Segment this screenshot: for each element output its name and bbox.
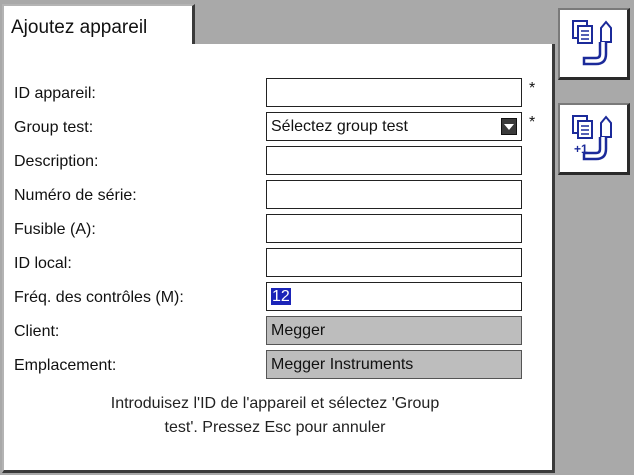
tab-ajoutez-appareil[interactable]: Ajoutez appareil <box>2 4 195 44</box>
label-emplacement: Emplacement: <box>14 357 117 374</box>
chevron-down-icon[interactable] <box>501 118 517 135</box>
id-local-input[interactable] <box>266 248 522 277</box>
row-frequence-controles: Fréq. des contrôles (M): 12 <box>14 282 544 312</box>
plus-one-label: +1 <box>574 142 588 156</box>
label-client: Client: <box>14 323 60 340</box>
row-id-local: ID local: <box>14 248 544 278</box>
group-test-select[interactable]: Sélectez group test <box>266 112 522 141</box>
label-group-test: Group test: <box>14 119 94 136</box>
document-pen-plus-one-icon: +1 <box>572 115 612 161</box>
fusible-input[interactable] <box>266 214 522 243</box>
row-id-appareil: ID appareil: * <box>14 78 544 108</box>
client-field: Megger <box>266 316 522 345</box>
document-pen-save-icon <box>572 20 612 66</box>
label-numero-de-serie: Numéro de série: <box>14 187 137 204</box>
row-group-test: Group test: Sélectez group test * <box>14 112 544 142</box>
instruction-line-2: test'. Pressez Esc pour annuler <box>164 419 386 436</box>
label-frequence-controles: Fréq. des contrôles (M): <box>14 289 184 306</box>
row-numero-de-serie: Numéro de série: <box>14 180 544 210</box>
group-test-value: Sélectez group test <box>271 118 408 135</box>
row-fusible: Fusible (A): <box>14 214 544 244</box>
selected-text: 12 <box>271 288 291 305</box>
required-mark: * <box>529 114 536 131</box>
label-description: Description: <box>14 153 99 170</box>
row-emplacement: Emplacement: Megger Instruments <box>14 350 544 380</box>
frequence-controles-input[interactable]: 12 <box>266 282 522 311</box>
row-description: Description: <box>14 146 544 176</box>
label-id-appareil: ID appareil: <box>14 85 96 102</box>
description-input[interactable] <box>266 146 522 175</box>
id-appareil-input[interactable] <box>266 78 522 107</box>
label-id-local: ID local: <box>14 255 72 272</box>
tab-title: Ajoutez appareil <box>11 17 148 38</box>
label-fusible: Fusible (A): <box>14 221 96 238</box>
instruction-line-1: Introduisez l'ID de l'appareil et sélect… <box>110 395 440 412</box>
save-and-add-next-button[interactable]: +1 <box>558 103 630 175</box>
row-client: Client: Megger <box>14 316 544 346</box>
numero-de-serie-input[interactable] <box>266 180 522 209</box>
required-mark: * <box>529 80 536 97</box>
emplacement-field: Megger Instruments <box>266 350 522 379</box>
instruction-text: Introduisez l'ID de l'appareil et sélect… <box>20 392 530 440</box>
save-device-button[interactable] <box>558 8 630 80</box>
